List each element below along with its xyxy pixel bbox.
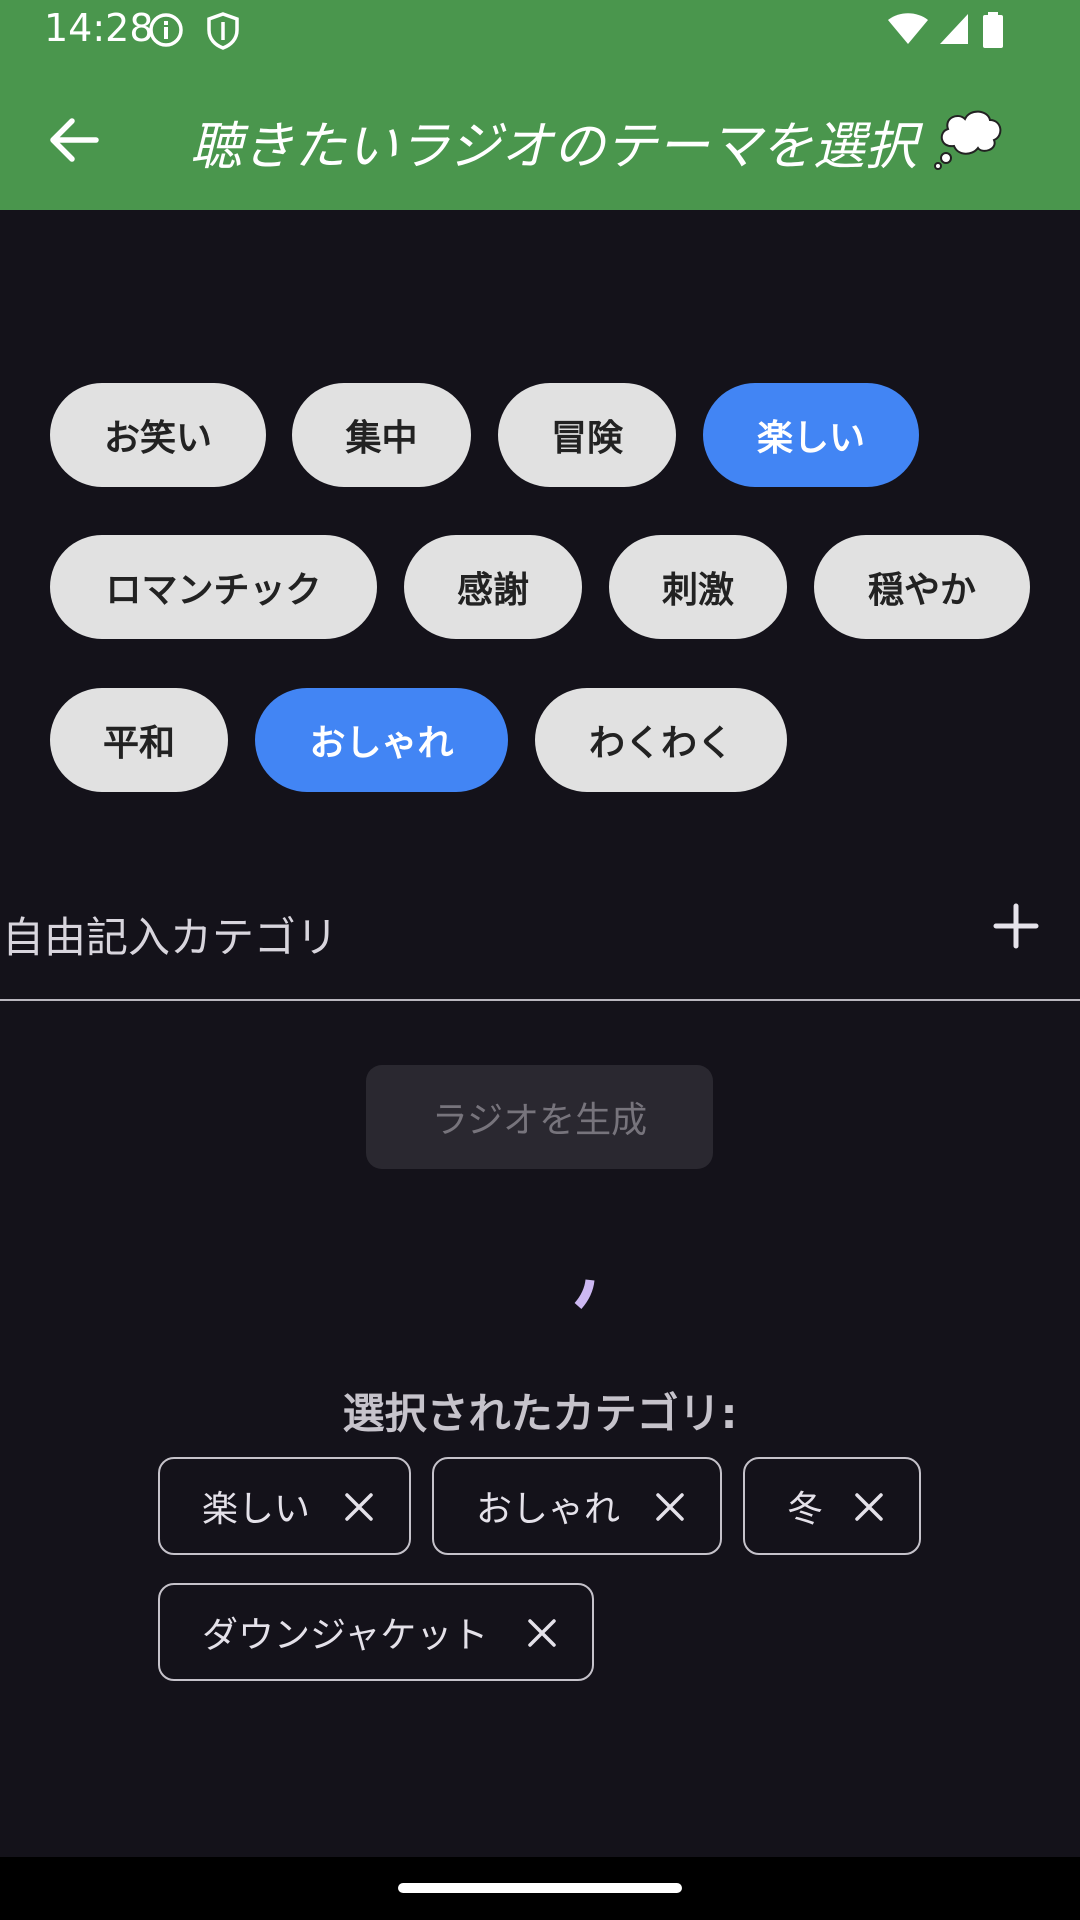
selected-tag: 冬: [743, 1457, 921, 1555]
category-chip-heiwa[interactable]: 平和: [50, 688, 228, 792]
selected-categories-title: 選択されたカテゴリ:: [342, 1389, 738, 1438]
selected-tag-label: 冬: [787, 1489, 824, 1530]
wifi-icon: [888, 13, 928, 44]
close-icon[interactable]: [650, 1487, 690, 1527]
close-icon[interactable]: [522, 1613, 562, 1653]
category-chip-romantic[interactable]: ロマンチック: [50, 535, 377, 639]
app-bar: 聴きたいラジオのテーマを選択: [0, 66, 1080, 210]
selected-tag: 楽しい: [158, 1457, 411, 1555]
selected-tag-label: おしゃれ: [476, 1489, 621, 1530]
generate-radio-button[interactable]: ラジオを生成: [366, 1065, 713, 1169]
category-chip-boken[interactable]: 冒険: [498, 383, 676, 487]
category-chip-shigeki[interactable]: 刺激: [609, 535, 787, 639]
input-underline: [0, 999, 1080, 1001]
thought-bubble-icon: [934, 110, 1002, 170]
free-category-input[interactable]: 自由記入カテゴリ: [2, 904, 338, 965]
info-icon: [149, 13, 183, 47]
selected-tag: おしゃれ: [432, 1457, 722, 1555]
shield-icon: [207, 12, 239, 50]
category-chip-tanoshii[interactable]: 楽しい: [703, 383, 919, 487]
close-icon[interactable]: [849, 1487, 889, 1527]
home-gesture-handle[interactable]: [398, 1883, 682, 1893]
category-chip-owarai[interactable]: お笑い: [50, 383, 266, 487]
battery-icon: [983, 12, 1003, 48]
category-chip-kansha[interactable]: 感謝: [404, 535, 582, 639]
close-icon[interactable]: [339, 1487, 379, 1527]
category-chip-odayaka[interactable]: 穏やか: [814, 535, 1030, 639]
category-chip-wakuwaku[interactable]: わくわく: [535, 688, 787, 792]
selected-tag-label: ダウンジャケット: [202, 1615, 489, 1656]
status-time: 14:28: [44, 6, 154, 50]
selected-tag-label: 楽しい: [202, 1489, 311, 1530]
page-title: 聴きたいラジオのテーマを選択: [190, 117, 917, 177]
selected-tag: ダウンジャケット: [158, 1583, 594, 1681]
arrow-back-icon[interactable]: [40, 106, 108, 174]
loading-spinner-icon: [574, 1279, 595, 1309]
category-chip-shuchu[interactable]: 集中: [292, 383, 471, 487]
plus-icon[interactable]: [990, 900, 1042, 952]
status-bar: 14:28: [0, 0, 1080, 66]
category-chip-oshare[interactable]: おしゃれ: [255, 688, 508, 792]
signal-icon: [940, 14, 968, 44]
